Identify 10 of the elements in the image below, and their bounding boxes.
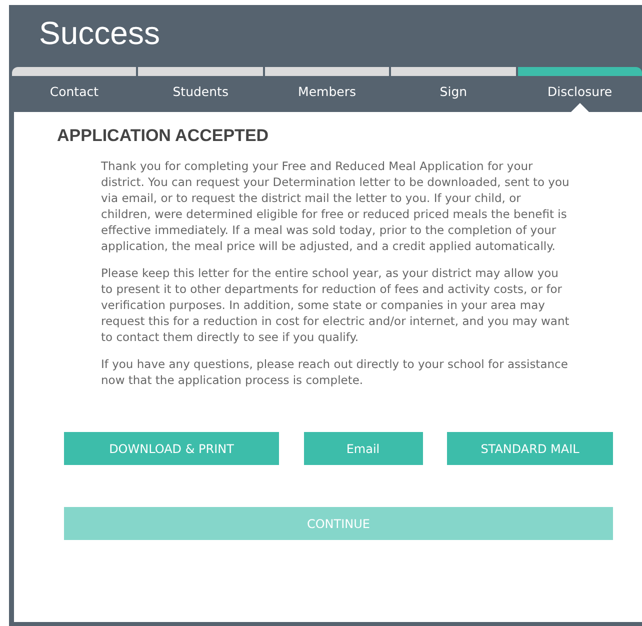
step-tab[interactable]: Members xyxy=(298,84,356,99)
paragraph: Please keep this letter for the entire school year, as your district may allow you to present it to other departments for reduction of fees and activity costs, or for verification purposes. In addition, some state or companies in your area may request this for a reduction in cost for electric and/or internet, and you may want to contact them directly to see if you qualify. xyxy=(101,265,570,345)
paragraph: Thank you for completing your Free and Reduced Meal Application for your district. You can request your Determination letter to be downloaded, sent to you via email, or to request the district mail the letter to you. If your child, or children, were determined eligible for free or reduced priced meals the benefit is effective immediately. If a meal was sold today, prior to the completion of your application, the meal price will be adjusted, and a credit applied automatically. xyxy=(101,158,570,254)
step-tab[interactable]: Sign xyxy=(440,84,468,99)
step-tab[interactable]: Students xyxy=(172,84,228,99)
section-heading: APPLICATION ACCEPTED xyxy=(57,126,270,146)
paragraph: If you have any questions, please reach out directly to your school for assistance now that the application process is complete. xyxy=(101,356,569,388)
page-title: Success xyxy=(38,14,161,53)
step-tab[interactable]: Disclosure xyxy=(548,84,612,99)
step-tab[interactable]: Contact xyxy=(50,84,99,99)
